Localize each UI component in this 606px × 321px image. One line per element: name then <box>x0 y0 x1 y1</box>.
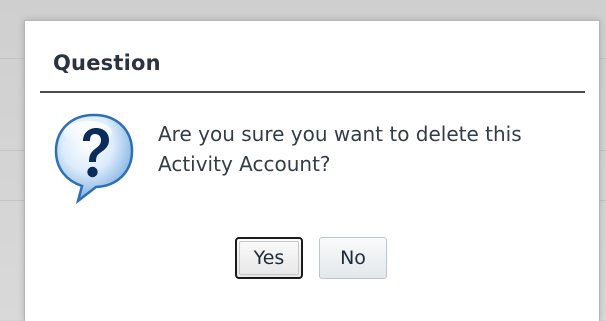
title-divider <box>40 91 585 93</box>
question-dialog: Question Are you sure you want to delete… <box>24 20 600 321</box>
no-button[interactable]: No <box>319 237 387 279</box>
yes-button[interactable]: Yes <box>235 237 303 279</box>
question-speech-bubble-icon <box>50 109 138 205</box>
no-button-label: No <box>340 247 366 269</box>
dialog-message: Are you sure you want to delete this Act… <box>158 122 522 176</box>
dialog-title: Question <box>53 51 161 75</box>
yes-button-label: Yes <box>253 247 285 269</box>
